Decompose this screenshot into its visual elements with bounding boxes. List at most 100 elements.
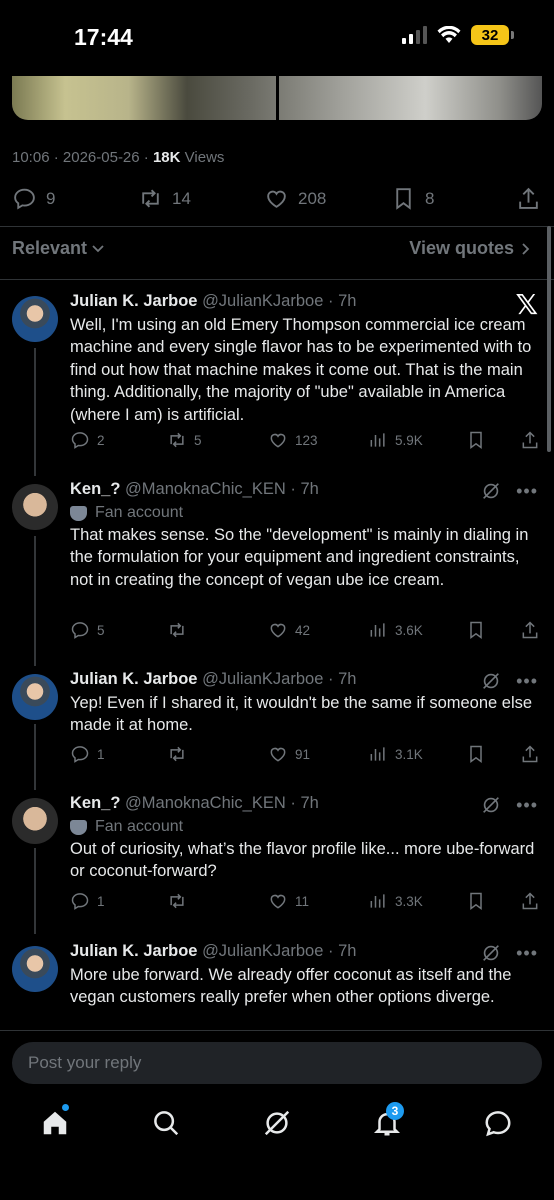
author-handle: @JulianKJarboe <box>202 292 324 310</box>
reply-button[interactable]: 5 <box>70 620 105 640</box>
avatar[interactable] <box>12 674 58 720</box>
reply-icon <box>71 746 89 763</box>
reply-item[interactable]: Julian K. Jarboe @JulianKJarboe · 7h •••… <box>0 668 554 778</box>
share-button[interactable] <box>520 891 540 911</box>
bookmark-icon <box>470 431 482 449</box>
reply-icon <box>71 432 89 449</box>
reply-item[interactable]: Ken_? @ManoknaChic_KEN · 7h ••• Fan acco… <box>0 478 554 648</box>
author-name[interactable]: Julian K. Jarboe <box>70 292 197 310</box>
author-name[interactable]: Ken_? <box>70 480 120 498</box>
author-handle: @ManoknaChic_KEN <box>125 480 286 498</box>
post-meta: 10:06 · 2026-05-26 · 18K Views <box>12 149 225 166</box>
notifications-badge: 3 <box>386 1102 404 1120</box>
author-name[interactable]: Julian K. Jarboe <box>70 670 197 688</box>
grok-icon[interactable] <box>480 942 502 964</box>
repost-button[interactable] <box>167 891 194 911</box>
share-button[interactable] <box>516 186 541 211</box>
avatar[interactable] <box>12 484 58 530</box>
nav-messages[interactable] <box>483 1108 515 1140</box>
battery-level: 32 <box>471 25 509 45</box>
views-button[interactable]: 5.9K <box>368 430 423 450</box>
views-button[interactable]: 3.6K <box>368 620 423 640</box>
nav-home[interactable] <box>40 1104 72 1140</box>
reply-count: 5 <box>97 622 105 638</box>
reply-actions: 1 11 3.3K <box>70 891 544 913</box>
like-button[interactable]: 11 <box>268 891 309 911</box>
reply-tools: ••• <box>480 670 538 692</box>
reply-button[interactable]: 9 <box>12 186 55 211</box>
more-icon[interactable]: ••• <box>516 795 538 816</box>
like-icon <box>270 623 286 638</box>
grok-icon[interactable] <box>480 794 502 816</box>
like-count: 11 <box>295 893 310 909</box>
share-button[interactable] <box>520 744 540 764</box>
like-button[interactable]: 42 <box>268 620 310 640</box>
views-button[interactable]: 3.3K <box>368 891 423 911</box>
nav-notifications[interactable]: 3 <box>372 1102 404 1140</box>
repost-icon <box>170 622 184 638</box>
share-button[interactable] <box>520 620 540 640</box>
status-icons: 32 <box>402 25 514 45</box>
repost-button[interactable]: 5 <box>167 430 202 450</box>
bookmark-button[interactable] <box>466 620 486 640</box>
bookmark-button[interactable] <box>466 744 486 764</box>
home-indicator <box>207 1185 347 1190</box>
reply-item[interactable]: Ken_? @ManoknaChic_KEN · 7h ••• Fan acco… <box>0 792 554 922</box>
reply-count: 9 <box>46 188 56 208</box>
like-button[interactable]: 208 <box>264 186 326 211</box>
like-button[interactable]: 123 <box>268 430 318 450</box>
author-name[interactable]: Julian K. Jarboe <box>70 942 197 960</box>
more-icon[interactable]: ••• <box>516 481 538 502</box>
status-bar: 17:44 32 <box>0 0 554 76</box>
bottom-nav: 3 <box>0 1100 554 1150</box>
nav-search[interactable] <box>151 1108 183 1140</box>
messages-icon <box>485 1111 511 1137</box>
status-time: 17:44 <box>74 24 133 50</box>
reply-item[interactable]: Julian K. Jarboe @JulianKJarboe · 7h 𝕏 W… <box>0 288 554 460</box>
like-icon <box>267 190 286 208</box>
more-icon[interactable]: ••• <box>516 671 538 692</box>
reply-header: Ken_? @ManoknaChic_KEN · 7h <box>70 794 319 812</box>
like-icon <box>270 747 286 762</box>
reply-tools: ••• <box>480 942 538 964</box>
reply-input[interactable]: Post your reply <box>12 1042 542 1084</box>
more-icon[interactable]: ••• <box>516 943 538 964</box>
share-button[interactable] <box>520 430 540 450</box>
reply-actions: 2 5 123 5.9K <box>70 430 544 452</box>
repost-button[interactable]: 14 <box>138 186 191 211</box>
reply-time: 7h <box>338 292 357 310</box>
post-time: 10:06 <box>12 149 50 166</box>
like-count: 123 <box>295 432 318 448</box>
reply-button[interactable]: 1 <box>70 891 105 911</box>
like-icon <box>270 433 286 448</box>
nav-grok[interactable] <box>262 1108 294 1140</box>
bookmark-button[interactable] <box>466 430 486 450</box>
repost-button[interactable] <box>167 744 194 764</box>
bookmark-button[interactable] <box>466 891 486 911</box>
bookmark-count: 8 <box>425 188 435 208</box>
repost-button[interactable] <box>167 620 194 640</box>
view-quotes-label: View quotes <box>409 238 514 258</box>
reply-button[interactable]: 2 <box>70 430 105 450</box>
chevron-down-icon <box>92 244 104 252</box>
reply-item[interactable]: Julian K. Jarboe @JulianKJarboe · 7h •••… <box>0 940 554 1030</box>
repost-count: 14 <box>172 188 191 208</box>
bookmark-button[interactable]: 8 <box>391 186 434 211</box>
sort-dropdown[interactable]: Relevant <box>12 238 105 259</box>
like-button[interactable]: 91 <box>268 744 310 764</box>
reply-header: Julian K. Jarboe @JulianKJarboe · 7h <box>70 670 357 688</box>
reply-button[interactable]: 1 <box>70 744 105 764</box>
views-button[interactable]: 3.1K <box>368 744 423 764</box>
grok-icon[interactable] <box>480 480 502 502</box>
battery-icon: 32 <box>471 25 514 45</box>
avatar[interactable] <box>12 296 58 342</box>
avatar[interactable] <box>12 798 58 844</box>
author-name[interactable]: Ken_? <box>70 794 120 812</box>
view-quotes-link[interactable]: View quotes <box>409 238 532 259</box>
avatar[interactable] <box>12 946 58 992</box>
post-date: 2026-05-26 <box>62 149 140 166</box>
post-media-image[interactable] <box>12 76 542 120</box>
reply-header: Ken_? @ManoknaChic_KEN · 7h <box>70 480 319 498</box>
grok-icon[interactable] <box>480 670 502 692</box>
author-handle: @ManoknaChic_KEN <box>125 794 286 812</box>
